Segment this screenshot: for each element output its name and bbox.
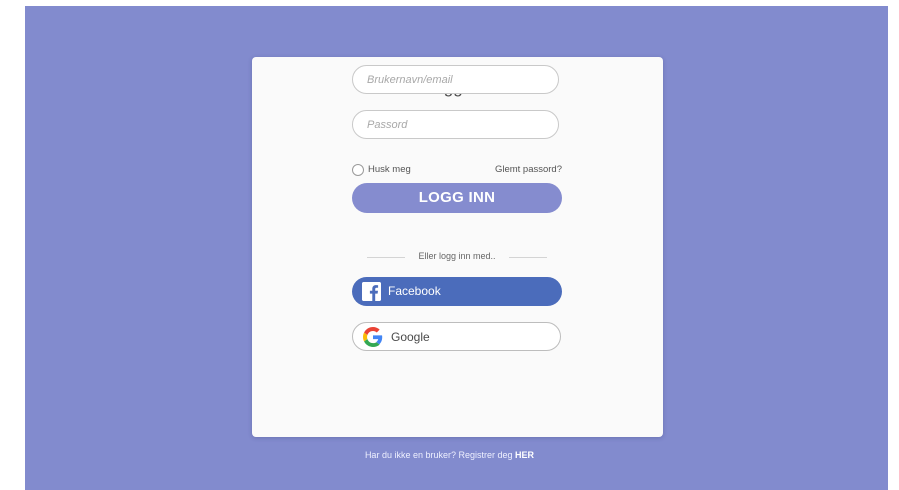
register-footer: Har du ikke en bruker? Registrer deg HER xyxy=(0,450,899,460)
facebook-icon xyxy=(362,282,381,301)
username-input[interactable] xyxy=(352,65,559,94)
forgot-password-link[interactable]: Glemt passord? xyxy=(495,164,562,175)
password-input[interactable] xyxy=(352,110,559,139)
register-prompt: Har du ikke en bruker? Registrer deg xyxy=(364,450,513,460)
divider-text: Eller logg inn med.. xyxy=(418,251,496,261)
facebook-label: Facebook xyxy=(388,284,441,298)
google-icon xyxy=(363,327,383,347)
facebook-login-button[interactable]: Facebook xyxy=(352,277,562,306)
register-link[interactable]: HER xyxy=(515,450,534,460)
remember-me-label[interactable]: Husk meg xyxy=(368,164,411,175)
google-label: Google xyxy=(391,330,430,344)
divider-line-right xyxy=(509,257,547,258)
remember-row: Husk meg Glemt passord? xyxy=(352,164,562,178)
login-button[interactable]: LOGG INN xyxy=(352,183,562,213)
remember-me-radio[interactable] xyxy=(352,164,364,176)
google-login-button[interactable]: Google xyxy=(352,322,561,351)
social-divider: Eller logg inn med.. xyxy=(367,251,547,263)
